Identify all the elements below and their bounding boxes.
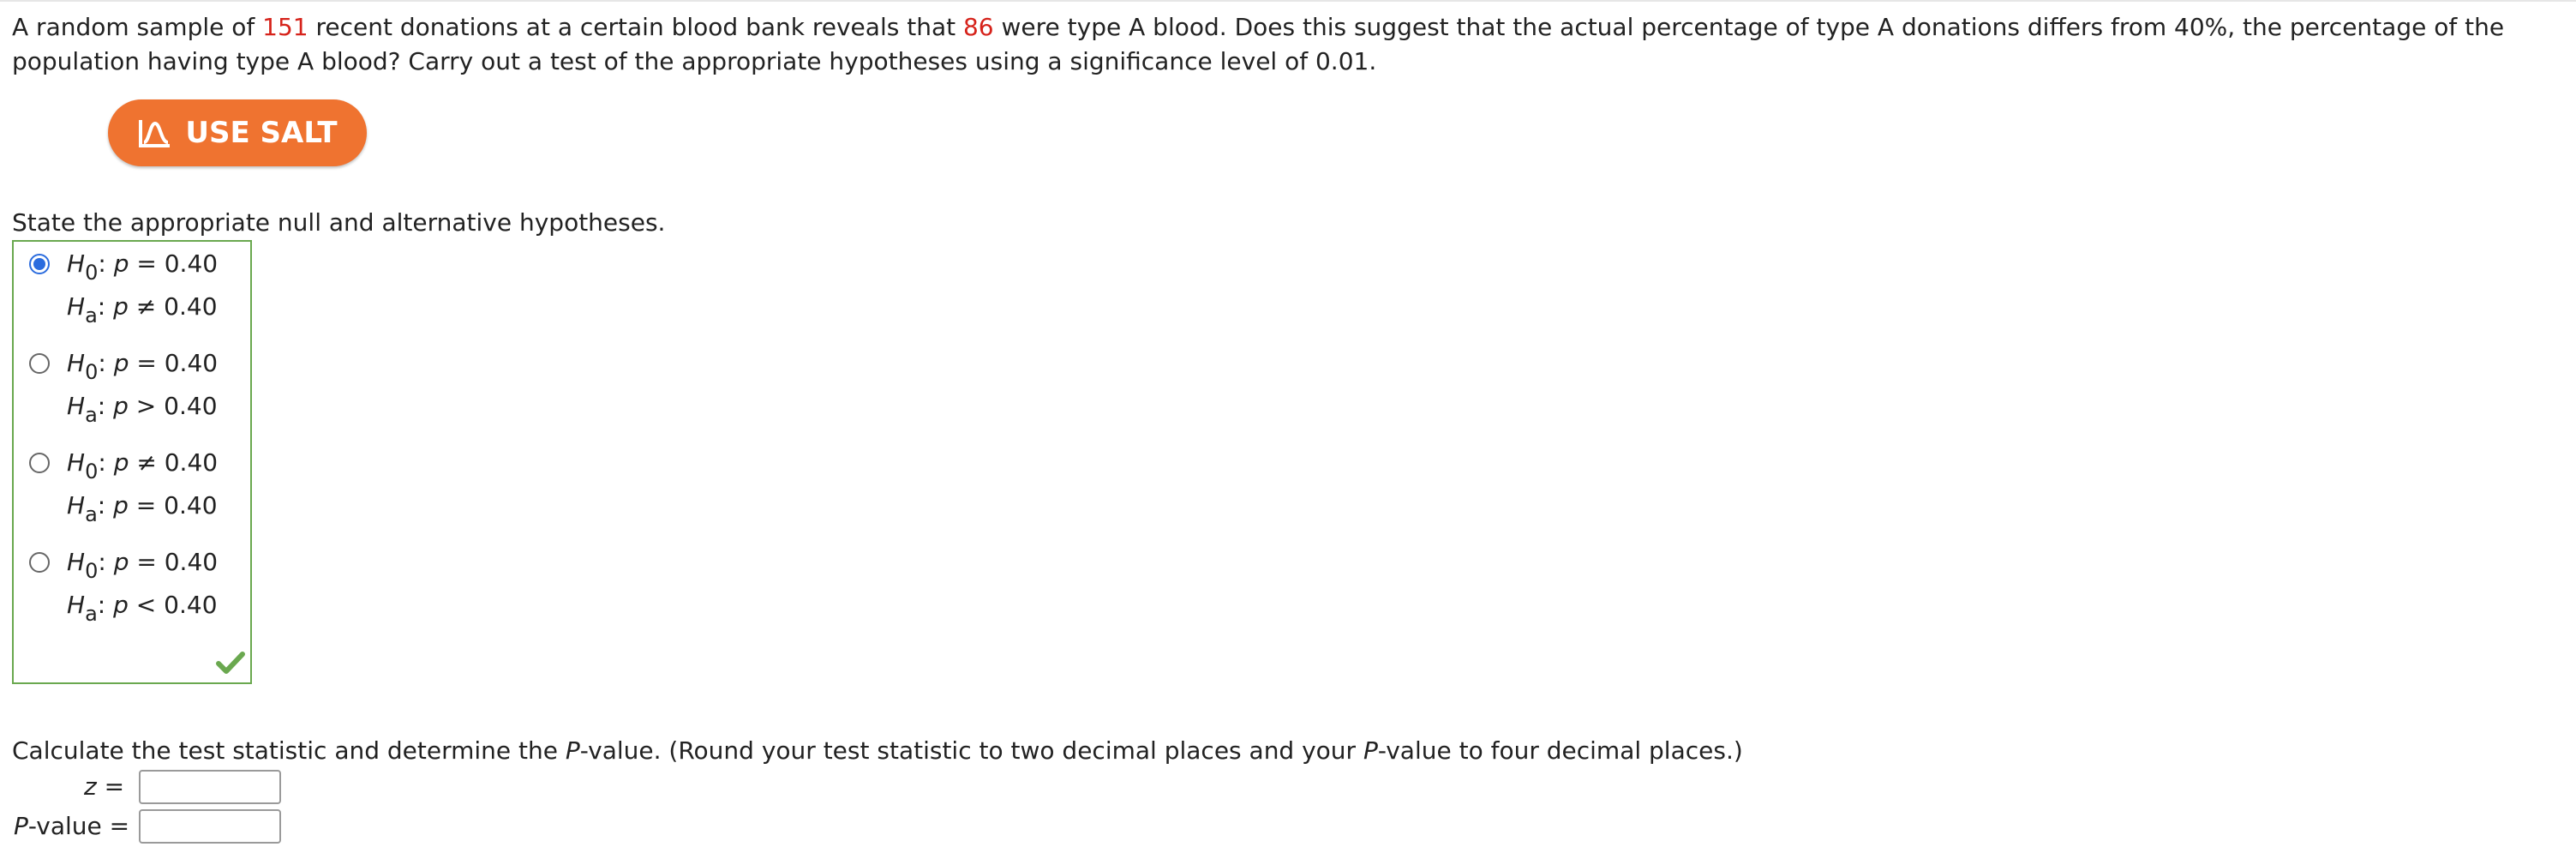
top-divider: [0, 0, 2576, 2]
alt-hypothesis-4: Ha: p < 0.40: [67, 591, 218, 626]
problem-text-2: recent donations at a certain blood bank…: [308, 13, 963, 41]
checkmark-icon: [216, 652, 245, 674]
p-value-label: P-value =: [14, 812, 130, 840]
type-a-count-value: 86: [962, 13, 994, 41]
hypotheses-question: State the appropriate null and alternati…: [12, 208, 666, 237]
hypothesis-option-2[interactable]: H0: p = 0.40 Ha: p > 0.40: [14, 343, 250, 427]
calculation-question: Calculate the test statistic and determi…: [12, 736, 1743, 765]
alt-hypothesis-2: Ha: p > 0.40: [67, 392, 218, 427]
radio-option-4[interactable]: [29, 552, 50, 573]
null-hypothesis-3: H0: p ≠ 0.40: [67, 448, 219, 484]
hypothesis-option-1[interactable]: H0: p = 0.40 Ha: p ≠ 0.40: [14, 243, 250, 327]
sample-size-value: 151: [262, 13, 309, 41]
radio-option-3[interactable]: [29, 453, 50, 473]
radio-option-1[interactable]: [29, 254, 50, 274]
problem-text-1: A random sample of: [12, 13, 263, 41]
null-hypothesis-4: H0: p = 0.40: [67, 548, 219, 583]
null-hypothesis-2: H0: p = 0.40: [67, 349, 219, 384]
alt-hypothesis-3: Ha: p = 0.40: [67, 491, 218, 526]
alt-hypothesis-1: Ha: p ≠ 0.40: [67, 292, 218, 327]
null-hypothesis-1: H0: p = 0.40: [67, 249, 219, 285]
use-salt-button[interactable]: USE SALT: [108, 99, 367, 166]
radio-option-2[interactable]: [29, 353, 50, 374]
problem-statement: A random sample of 151 recent donations …: [12, 10, 2566, 79]
z-label: z =: [84, 772, 125, 801]
salt-chart-icon: [139, 120, 171, 147]
z-input[interactable]: [139, 770, 281, 804]
use-salt-label: USE SALT: [185, 116, 338, 150]
hypothesis-option-3[interactable]: H0: p ≠ 0.40 Ha: p = 0.40: [14, 442, 250, 526]
hypothesis-option-4[interactable]: H0: p = 0.40 Ha: p < 0.40: [14, 542, 250, 626]
hypotheses-options-box: H0: p = 0.40 Ha: p ≠ 0.40 H0: p = 0.40 H…: [12, 240, 252, 684]
p-value-input[interactable]: [139, 809, 281, 844]
